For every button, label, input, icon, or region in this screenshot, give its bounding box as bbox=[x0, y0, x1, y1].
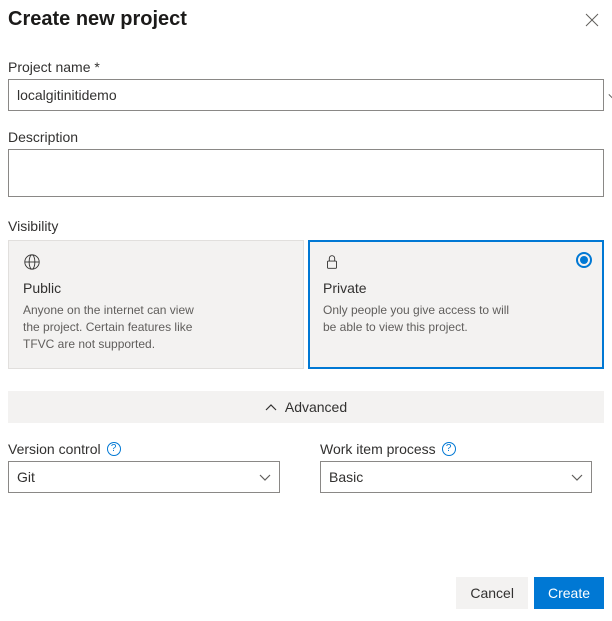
dialog-title: Create new project bbox=[8, 8, 187, 31]
description-input[interactable] bbox=[8, 149, 604, 197]
cancel-button[interactable]: Cancel bbox=[456, 577, 528, 609]
visibility-private-title: Private bbox=[323, 280, 589, 296]
work-item-process-value: Basic bbox=[329, 469, 363, 485]
version-control-label: Version control bbox=[8, 441, 101, 457]
help-icon[interactable]: ? bbox=[442, 442, 456, 456]
visibility-private-desc: Only people you give access to will be a… bbox=[323, 302, 513, 336]
work-item-process-select[interactable]: Basic bbox=[320, 461, 592, 493]
visibility-label: Visibility bbox=[8, 218, 604, 234]
visibility-option-private[interactable]: Private Only people you give access to w… bbox=[308, 240, 604, 369]
chevron-down-icon bbox=[571, 469, 583, 485]
create-button[interactable]: Create bbox=[534, 577, 604, 609]
lock-icon bbox=[323, 253, 589, 274]
help-icon[interactable]: ? bbox=[107, 442, 121, 456]
visibility-option-public[interactable]: Public Anyone on the internet can view t… bbox=[8, 240, 304, 369]
close-icon bbox=[584, 12, 600, 31]
visibility-public-desc: Anyone on the internet can view the proj… bbox=[23, 302, 213, 352]
chevron-down-icon bbox=[259, 469, 271, 485]
version-control-value: Git bbox=[17, 469, 35, 485]
description-label: Description bbox=[8, 129, 604, 145]
work-item-process-label: Work item process bbox=[320, 441, 436, 457]
globe-icon bbox=[23, 253, 289, 274]
radio-selected-icon bbox=[576, 252, 592, 268]
project-name-label: Project name * bbox=[8, 59, 604, 75]
chevron-up-icon bbox=[265, 399, 277, 415]
version-control-select[interactable]: Git bbox=[8, 461, 280, 493]
visibility-public-title: Public bbox=[23, 280, 289, 296]
close-button[interactable] bbox=[580, 8, 604, 35]
advanced-toggle[interactable]: Advanced bbox=[8, 391, 604, 423]
project-name-input[interactable] bbox=[8, 79, 604, 111]
chevron-down-icon bbox=[608, 87, 612, 103]
advanced-toggle-label: Advanced bbox=[285, 399, 347, 415]
